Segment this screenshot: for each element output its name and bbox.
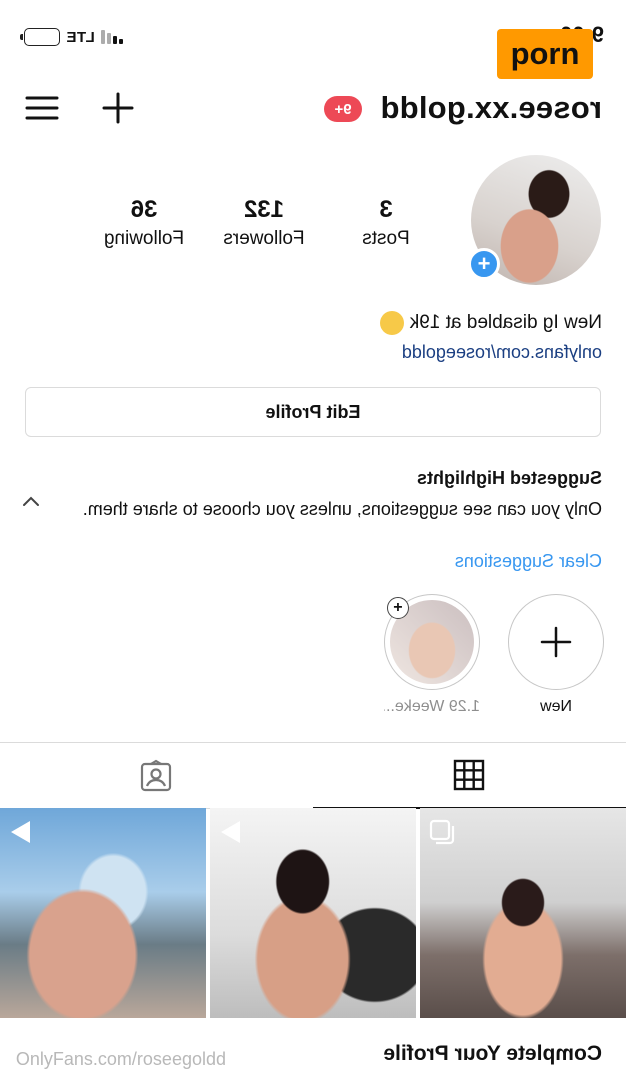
- following-label: Following: [103, 228, 185, 249]
- new-post-icon[interactable]: [100, 90, 136, 126]
- posts-label: Posts: [362, 228, 410, 249]
- profile-tabs: [0, 742, 626, 809]
- signal-icon: [100, 30, 123, 44]
- highlight-suggestion-label: 1.29 Weeke...: [384, 698, 480, 715]
- following-count: 36: [130, 196, 158, 223]
- username[interactable]: rosee.xx.goldd: [380, 90, 602, 126]
- bio: New Ig disabled at 19k: [379, 311, 602, 335]
- notification-badge[interactable]: 9+: [324, 96, 362, 122]
- followers-count: 132: [243, 196, 285, 223]
- watermark-url: OnlyFans.com/roseegoldd: [15, 1049, 226, 1069]
- bio-text: New Ig disabled at 19k: [409, 312, 602, 334]
- status-indicators: LTE: [24, 28, 123, 46]
- watermark-logo: porn: [497, 29, 593, 79]
- stat-posts[interactable]: 3 Posts: [351, 196, 421, 250]
- highlight-new-label: New: [540, 698, 573, 715]
- grid-icon: [454, 759, 485, 791]
- suggested-highlights-description: Only you can see suggestions, unless you…: [82, 499, 602, 519]
- edit-profile-button[interactable]: Edit Profile: [25, 387, 601, 437]
- mirrored-screen: 9:00 LTE rosee.xx.goldd 9+ + 3 Posts 132…: [0, 0, 626, 1077]
- profile-header: rosee.xx.goldd 9+: [0, 80, 626, 136]
- highlight-new[interactable]: New: [508, 594, 604, 716]
- stat-following[interactable]: 36 Following: [94, 196, 194, 250]
- video-icon: [221, 821, 240, 843]
- tagged-icon: [141, 759, 172, 791]
- plus-icon: [540, 626, 572, 658]
- clear-suggestions-link[interactable]: Clear Suggestions: [455, 551, 602, 572]
- highlight-suggestion[interactable]: + 1.29 Weeke...: [384, 594, 480, 716]
- video-icon: [11, 821, 30, 843]
- tab-grid[interactable]: [313, 743, 626, 809]
- highlight-suggestion-ring[interactable]: +: [384, 594, 480, 690]
- stat-followers[interactable]: 132 Followers: [214, 196, 314, 250]
- followers-label: Followers: [223, 228, 305, 249]
- tab-tagged[interactable]: [0, 743, 313, 809]
- tired-face-emoji-icon: [379, 311, 404, 335]
- complete-profile-heading: Complete Your Profile: [383, 1042, 602, 1065]
- profile-link[interactable]: onlyfans.com/roseegoldd: [402, 342, 602, 363]
- highlight-new-ring[interactable]: [508, 594, 604, 690]
- multiple-posts-icon: [429, 819, 455, 845]
- add-story-icon[interactable]: +: [468, 248, 500, 280]
- network-type: LTE: [66, 28, 95, 46]
- posts-count: 3: [379, 196, 393, 223]
- post-thumbnail[interactable]: [0, 808, 206, 1018]
- chevron-up-icon[interactable]: [21, 494, 41, 508]
- posts-grid: [0, 808, 626, 1018]
- suggested-highlights-title: Suggested Highlights: [416, 468, 602, 488]
- post-thumbnail[interactable]: [210, 808, 416, 1018]
- battery-icon: [24, 28, 60, 46]
- menu-icon[interactable]: [24, 90, 60, 126]
- post-thumbnail[interactable]: [420, 808, 626, 1018]
- add-highlight-icon[interactable]: +: [387, 597, 409, 619]
